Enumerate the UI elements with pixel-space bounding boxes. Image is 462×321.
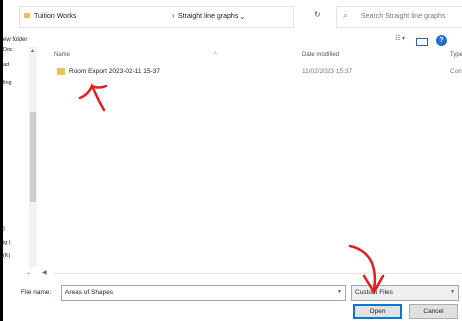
open-button[interactable]: Open [353,304,402,319]
file-name-field[interactable]: Areas of Shapes ▼ [61,285,346,301]
chevron-down-icon[interactable]: ▼ [450,289,455,295]
refresh-icon[interactable]: ↻ [314,10,321,19]
address-bar[interactable]: Tuition Works › Straight line graphs ⌄ [19,6,294,28]
preview-pane-icon[interactable] [416,38,428,46]
scroll-track[interactable] [54,273,462,274]
column-headers: Name ^ Date modified Type [44,49,462,63]
file-name-label: File name: [21,289,52,296]
file-name: Room Export 2023-02-11 15-37 [69,68,160,75]
search-icon: ⌕ [343,10,349,20]
search-placeholder: Search Straight line graphs [361,13,446,20]
cancel-button[interactable]: Cancel [409,304,458,319]
sort-arrow-icon: ^ [214,52,217,58]
scroll-up-icon[interactable]: ▲ [30,48,35,54]
file-date-modified: 11/02/2023 15:37 [302,68,353,75]
file-type: Compre [450,68,462,75]
search-box[interactable]: ⌕ Search Straight line graphs [336,6,462,28]
view-options-icon[interactable]: ☷ ▾ [395,35,405,42]
nav-scrollbar[interactable]: ▲ [29,47,37,267]
breadcrumb-separator: › [172,13,175,20]
column-header-type[interactable]: Type [450,52,462,58]
nav-item[interactable]: ) [3,226,5,232]
horizontal-scrollbar[interactable]: ⌄ ◀ [26,269,462,278]
help-icon[interactable]: ? [436,35,447,46]
scrollbar-thumb[interactable] [30,112,36,202]
nav-item[interactable]: ig ( [3,240,11,246]
new-folder-button[interactable]: ew folder [3,37,27,43]
breadcrumb-tuition-works[interactable]: Tuition Works [34,13,76,20]
nav-item[interactable]: ling [3,80,12,86]
folder-icon [57,68,65,75]
column-header-name[interactable]: Name [54,52,70,58]
navigation-pane: Doc ad ling ) ig ( (K) ▲ [3,47,40,267]
chevron-down-icon[interactable]: ⌄ [26,269,31,276]
file-type-value: Custom Files [355,289,393,296]
file-name-value: Areas of Shapes [65,289,114,296]
command-bar: ew folder ☷ ▾ ? [3,33,462,47]
nav-item[interactable]: Doc [3,47,13,53]
nav-item[interactable]: (K) [3,253,10,259]
file-type-select[interactable]: Custom Files ▼ [351,285,459,301]
folder-icon [24,13,30,18]
chevron-down-icon[interactable]: ▼ [337,289,342,295]
file-list-item[interactable]: Room Export 2023-02-11 15-37 11/02/2023 … [44,66,462,79]
chevron-down-icon[interactable]: ⌄ [239,12,246,21]
scroll-left-icon[interactable]: ◀ [42,269,47,276]
file-open-dialog: Tuition Works › Straight line graphs ⌄ ↻… [3,0,462,321]
column-header-date-modified[interactable]: Date modified [302,52,339,58]
nav-item[interactable]: ad [3,62,9,68]
breadcrumb-straight-line-graphs[interactable]: Straight line graphs [178,13,238,20]
